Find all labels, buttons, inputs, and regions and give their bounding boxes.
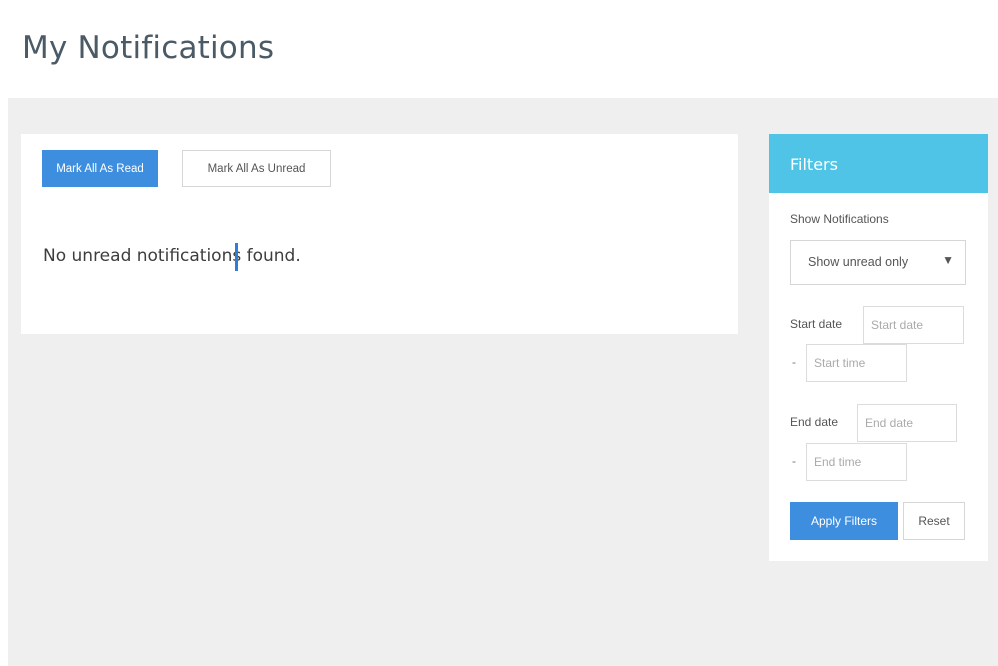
reset-button[interactable]: Reset <box>903 502 965 540</box>
end-date-input[interactable] <box>857 404 957 442</box>
mark-all-unread-button[interactable]: Mark All As Unread <box>182 150 331 187</box>
chevron-down-icon: ▼ <box>942 253 954 267</box>
end-date-label: End date <box>790 415 839 429</box>
filters-title: Filters <box>790 155 838 174</box>
show-notifications-value: Show unread only <box>808 255 909 269</box>
page-header: My Notifications <box>0 0 998 98</box>
mark-all-read-button[interactable]: Mark All As Read <box>42 150 158 187</box>
filters-header: Filters <box>769 134 988 193</box>
filters-panel: Filters Show Notifications Show unread o… <box>769 134 988 561</box>
content-area: Mark All As Read Mark All As Unread No u… <box>8 98 998 666</box>
apply-filters-button[interactable]: Apply Filters <box>790 502 898 540</box>
start-separator: - <box>792 355 796 369</box>
start-date-input[interactable] <box>863 306 964 344</box>
start-time-input[interactable] <box>806 344 907 382</box>
show-notifications-select[interactable]: Show unread only ▼ <box>790 240 966 285</box>
page-title: My Notifications <box>22 30 275 66</box>
show-notifications-label: Show Notifications <box>790 212 889 226</box>
end-time-input[interactable] <box>806 443 907 481</box>
start-date-label: Start date <box>790 317 843 331</box>
text-cursor <box>235 243 238 271</box>
notifications-panel: Mark All As Read Mark All As Unread No u… <box>21 134 738 334</box>
end-separator: - <box>792 454 796 468</box>
empty-notifications-message: No unread notifications found. <box>43 246 301 266</box>
